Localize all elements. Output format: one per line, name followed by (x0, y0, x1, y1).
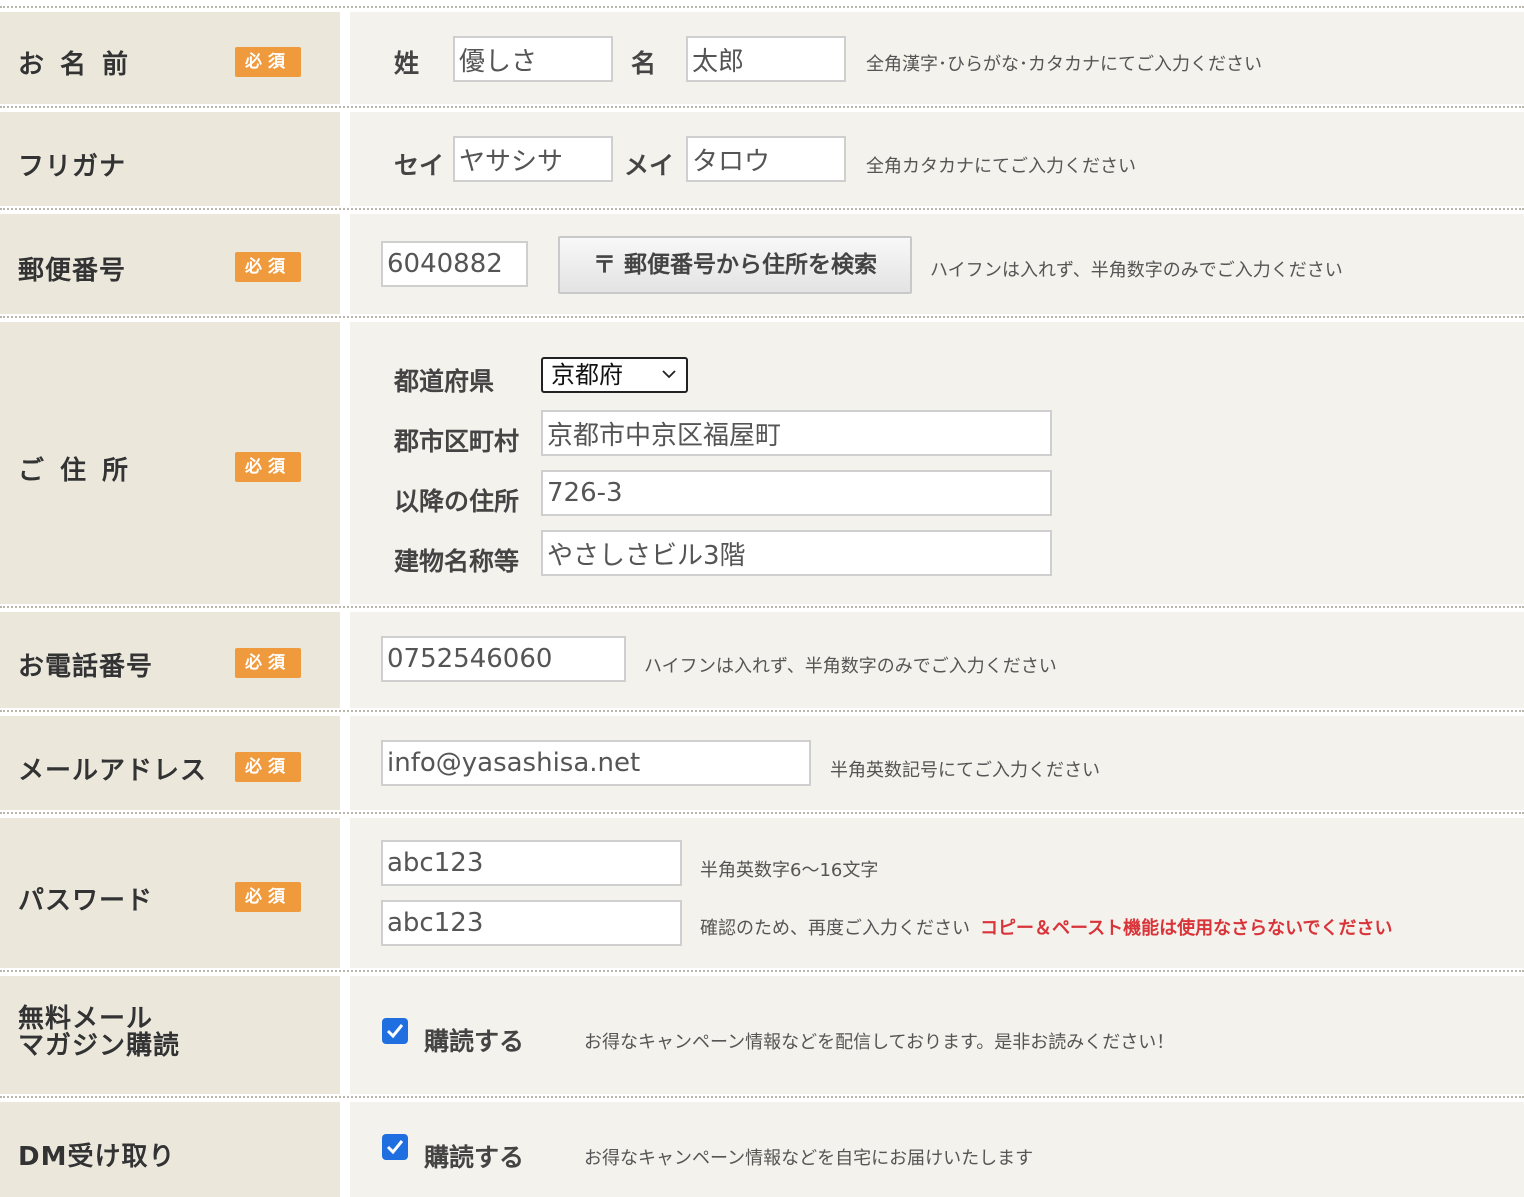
furigana-sei-input[interactable] (453, 136, 613, 182)
address-label: ご住所 (18, 456, 145, 486)
copy-paste-warning: コピー＆ペースト機能は使用なさらないでください (980, 918, 1393, 939)
phone-label: お電話番号 (18, 652, 154, 682)
furigana-mei-label: メイ (624, 151, 675, 180)
furigana-mei-input[interactable] (686, 136, 846, 182)
password-input[interactable] (381, 840, 682, 886)
zip-label: 郵便番号 (18, 256, 127, 286)
password-confirm-hint: 確認のため、再度ご入力ください (700, 918, 970, 939)
content-cell: 購読する お得なキャンペーン情報などを配信しております。是非お読みください！ (350, 976, 1524, 1094)
dm-checkbox[interactable] (382, 1134, 408, 1160)
registration-form: お名前 必須 姓 名 全角漢字･ひらがな･カタカナにてご入力ください フリガナ … (0, 0, 1524, 1197)
required-badge: 必須 (235, 648, 301, 678)
dm-label: DM受け取り (18, 1142, 176, 1172)
mail-magazine-label: 無料メール マガジン購読 (18, 1006, 218, 1060)
required-badge: 必須 (235, 47, 301, 77)
building-input[interactable] (541, 530, 1052, 576)
row-password: パスワード 必須 半角英数字6～16文字 確認のため、再度ご入力ください コピー… (0, 812, 1524, 972)
mail-magazine-hint: お得なキャンペーン情報などを配信しております。是非お読みください！ (584, 1032, 1175, 1053)
email-input[interactable] (381, 740, 811, 786)
email-hint: 半角英数記号にてご入力ください (830, 760, 1100, 781)
mail-magazine-checkbox-label[interactable]: 購読する (424, 1022, 524, 1058)
row-dm: DM受け取り 購読する お得なキャンペーン情報などを自宅にお届けいたします (0, 1096, 1524, 1197)
label-cell: パスワード 必須 (0, 818, 340, 968)
prefecture-select[interactable]: 京都府 (541, 357, 688, 393)
row-mail-magazine: 無料メール マガジン購読 購読する お得なキャンペーン情報などを配信しております… (0, 970, 1524, 1098)
row-zip: 郵便番号 必須 〒 郵便番号から住所を検索 ハイフンは入れず、半角数字のみでご入… (0, 208, 1524, 318)
email-label: メールアドレス (18, 756, 208, 786)
label-cell: お電話番号 必須 (0, 612, 340, 708)
checkmark-icon (386, 1140, 404, 1155)
sei-label: 姓 (394, 49, 420, 78)
required-badge: 必須 (235, 252, 301, 282)
zip-search-button[interactable]: 〒 郵便番号から住所を検索 (558, 236, 912, 294)
building-label: 建物名称等 (394, 547, 520, 576)
required-badge: 必須 (235, 752, 301, 782)
row-furigana: フリガナ セイ メイ 全角カタカナにてご入力ください (0, 106, 1524, 210)
label-cell: 無料メール マガジン購読 (0, 976, 340, 1094)
row-phone: お電話番号 必須 ハイフンは入れず、半角数字のみでご入力ください (0, 606, 1524, 712)
phone-input[interactable] (381, 636, 626, 682)
city-input[interactable] (541, 410, 1052, 456)
content-cell: 半角英数字6～16文字 確認のため、再度ご入力ください コピー＆ペースト機能は使… (350, 818, 1524, 968)
password-hint: 半角英数字6～16文字 (700, 860, 879, 881)
street-input[interactable] (541, 470, 1052, 516)
name-label: お名前 (18, 50, 145, 80)
content-cell: セイ メイ 全角カタカナにてご入力ください (350, 112, 1524, 206)
furigana-label: フリガナ (18, 152, 127, 182)
content-cell: 姓 名 全角漢字･ひらがな･カタカナにてご入力ください (350, 12, 1524, 104)
content-cell: 都道府県 京都府 郡市区町村 以降の住所 建物名称等 (350, 322, 1524, 604)
zip-hint: ハイフンは入れず、半角数字のみでご入力ください (930, 260, 1343, 281)
mail-magazine-label-line1: 無料メール (18, 1004, 154, 1034)
mail-magazine-label-line2: マガジン購読 (18, 1031, 181, 1061)
content-cell: ハイフンは入れず、半角数字のみでご入力ください (350, 612, 1524, 708)
label-cell: 郵便番号 必須 (0, 214, 340, 314)
zip-input[interactable] (381, 241, 528, 287)
row-name: お名前 必須 姓 名 全角漢字･ひらがな･カタカナにてご入力ください (0, 6, 1524, 108)
prefecture-label: 都道府県 (394, 367, 495, 396)
row-email: メールアドレス 必須 半角英数記号にてご入力ください (0, 710, 1524, 814)
label-cell: お名前 必須 (0, 12, 340, 104)
checkmark-icon (386, 1024, 404, 1039)
furigana-sei-label: セイ (394, 151, 445, 180)
mei-label: 名 (631, 49, 657, 78)
mail-magazine-checkbox[interactable] (382, 1018, 408, 1044)
required-badge: 必須 (235, 452, 301, 482)
password-label: パスワード (18, 886, 154, 916)
sei-input[interactable] (453, 36, 613, 82)
content-cell: 購読する お得なキャンペーン情報などを自宅にお届けいたします (350, 1102, 1524, 1197)
required-badge: 必須 (235, 882, 301, 912)
row-address: ご住所 必須 都道府県 京都府 郡市区町村 以降の住所 建物名称等 (0, 316, 1524, 608)
dm-checkbox-label[interactable]: 購読する (424, 1138, 524, 1174)
password-confirm-input[interactable] (381, 900, 682, 946)
furigana-hint: 全角カタカナにてご入力ください (866, 156, 1136, 177)
mei-input[interactable] (686, 36, 846, 82)
content-cell: 半角英数記号にてご入力ください (350, 716, 1524, 810)
label-cell: メールアドレス 必須 (0, 716, 340, 810)
dm-hint: お得なキャンペーン情報などを自宅にお届けいたします (584, 1148, 1034, 1169)
label-cell: フリガナ (0, 112, 340, 206)
prefecture-value: 京都府 (551, 361, 623, 389)
phone-hint: ハイフンは入れず、半角数字のみでご入力ください (644, 656, 1057, 677)
content-cell: 〒 郵便番号から住所を検索 ハイフンは入れず、半角数字のみでご入力ください (350, 214, 1524, 314)
street-label: 以降の住所 (394, 487, 520, 516)
label-cell: DM受け取り (0, 1102, 340, 1197)
city-label: 郡市区町村 (394, 427, 520, 456)
name-hint: 全角漢字･ひらがな･カタカナにてご入力ください (866, 54, 1262, 75)
chevron-down-icon (662, 370, 676, 379)
label-cell: ご住所 必須 (0, 322, 340, 604)
